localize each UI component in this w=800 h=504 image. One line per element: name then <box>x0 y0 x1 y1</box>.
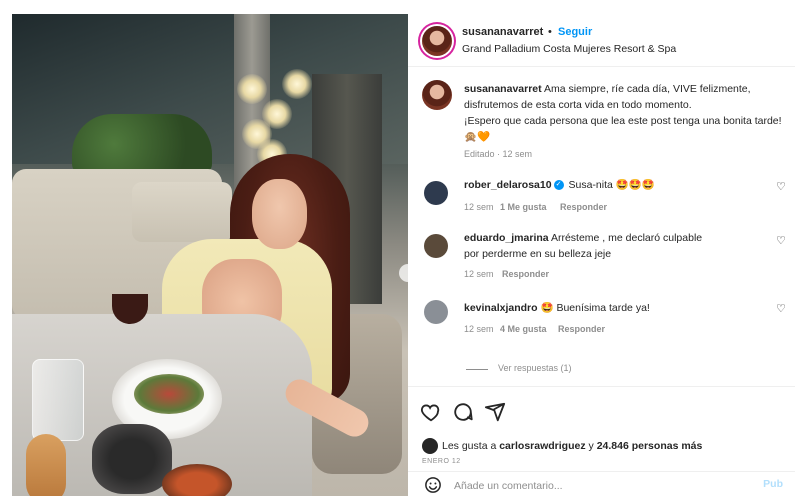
comment-likes[interactable]: 1 Me gusta <box>500 202 547 212</box>
comment-text: kevinalxjandro 🤩 Buenísima tarde ya! <box>464 300 704 316</box>
photo-face <box>252 179 307 249</box>
comment-like-icon[interactable]: ♡ <box>776 302 786 315</box>
photo-lamp <box>282 69 312 99</box>
heart-icon[interactable] <box>420 401 442 423</box>
comment-like-icon[interactable]: ♡ <box>776 180 786 193</box>
reply-button[interactable]: Responder <box>558 324 605 334</box>
comment-bar: Pub <box>408 471 795 499</box>
photo-food <box>134 374 204 414</box>
liker-avatar[interactable] <box>422 438 438 454</box>
comment-body: Susa-nita 🤩🤩🤩 <box>565 179 655 191</box>
photo-next-button[interactable] <box>399 264 408 282</box>
comment-text: rober_delarosa10 ✓ Susa-nita 🤩🤩🤩 <box>464 177 704 193</box>
comment-time: 12 sem <box>464 269 494 279</box>
photo-plants <box>72 114 212 174</box>
photo-salsa-bowl <box>162 464 232 496</box>
photo-dark-bowl <box>92 424 172 494</box>
caption-text-2: ¡Espero que cada persona que lea este po… <box>464 115 782 143</box>
comment-like-icon[interactable]: ♡ <box>776 234 786 247</box>
comment-avatar[interactable] <box>424 300 448 324</box>
likes-middle: y <box>585 439 597 452</box>
emoji-icon[interactable] <box>424 476 442 494</box>
location-link[interactable]: Grand Palladium Costa Mujeres Resort & S… <box>462 43 676 55</box>
comment-text: eduardo_jmarina Arrésteme , me declaró c… <box>464 230 704 262</box>
reply-button[interactable]: Responder <box>502 269 549 279</box>
comment-avatar[interactable] <box>424 234 448 258</box>
reply-button[interactable]: Responder <box>560 202 607 212</box>
photo-sofa-back <box>132 182 232 242</box>
comment-icon[interactable] <box>452 401 474 423</box>
post-photo[interactable] <box>12 14 408 496</box>
comment-username[interactable]: kevinalxjandro <box>464 302 538 314</box>
comment-likes[interactable]: 4 Me gusta <box>500 324 547 334</box>
post-header: susananavarret • Seguir Grand Palladium … <box>408 14 795 67</box>
author-username[interactable]: susananavarret <box>462 26 543 38</box>
comment-username[interactable]: rober_delarosa10 <box>464 179 552 191</box>
caption-meta: Editado · 12 sem <box>464 149 533 159</box>
liker-username[interactable]: carlosrawdriguez <box>499 440 585 452</box>
likes-count[interactable]: 24.846 personas más <box>597 440 703 452</box>
share-icon[interactable] <box>484 401 506 423</box>
separator-dot: • <box>548 26 552 38</box>
comment-avatar[interactable] <box>424 181 448 205</box>
caption: susananavarret Ama siempre, ríe cada día… <box>464 81 784 145</box>
comment-body: 🤩 Buenísima tarde ya! <box>537 302 650 314</box>
photo-bread <box>26 434 66 496</box>
view-replies-button[interactable]: Ver respuestas (1) <box>498 363 572 373</box>
caption-avatar[interactable] <box>422 80 452 110</box>
publish-button[interactable]: Pub <box>763 478 783 490</box>
likes-summary: Les gusta a carlosrawdriguez y 24.846 pe… <box>422 438 702 454</box>
author-avatar[interactable] <box>422 26 452 56</box>
verified-icon: ✓ <box>553 180 564 191</box>
caption-username[interactable]: susananavarret <box>464 83 542 95</box>
follow-button[interactable]: Seguir <box>558 26 592 38</box>
photo-water-glass <box>32 359 84 441</box>
likes-prefix: Les gusta a <box>442 439 500 452</box>
post-panel: susananavarret • Seguir Grand Palladium … <box>408 14 795 498</box>
photo-lamp <box>237 74 267 104</box>
comment-time: 12 sem <box>464 324 494 334</box>
action-bar <box>408 386 795 437</box>
comment-input[interactable] <box>452 475 746 497</box>
post-date[interactable]: ENERO 12 <box>422 458 461 465</box>
comment-time: 12 sem <box>464 202 494 212</box>
replies-divider <box>466 369 488 370</box>
comment-username[interactable]: eduardo_jmarina <box>464 232 549 244</box>
